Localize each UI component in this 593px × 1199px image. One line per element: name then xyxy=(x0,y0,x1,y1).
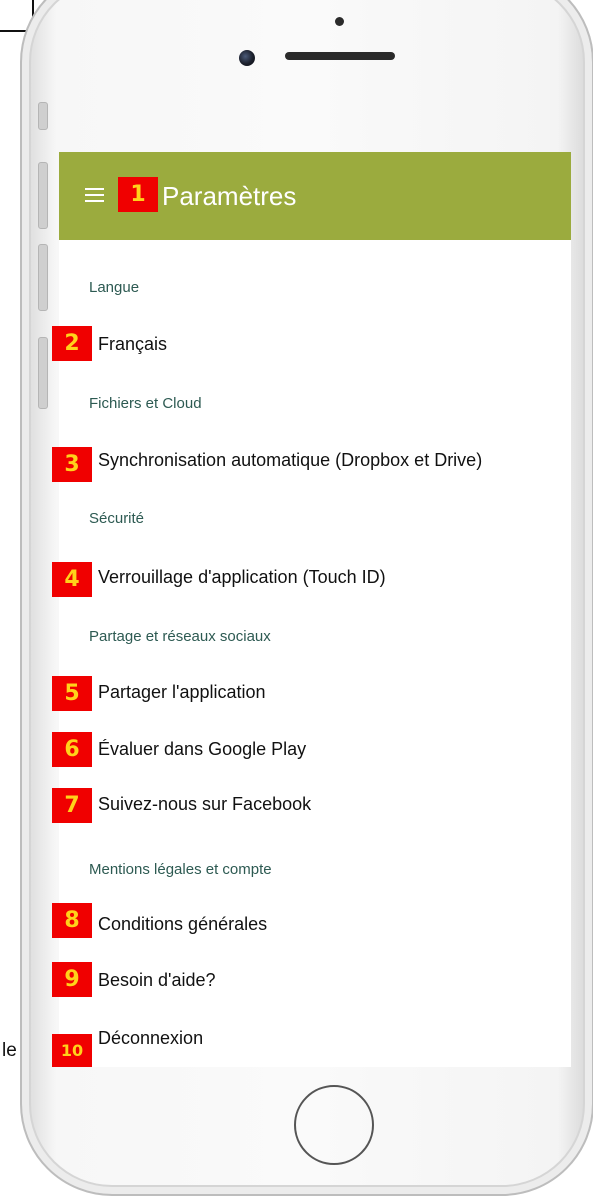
callout-badge: 3 xyxy=(52,447,92,482)
follow-facebook-item[interactable]: Suivez-nous sur Facebook xyxy=(98,794,311,815)
terms-conditions-item[interactable]: Conditions générales xyxy=(98,914,267,935)
section-header-security: Sécurité xyxy=(89,510,145,527)
app-screen: Paramètres Langue Français Fichiers et C… xyxy=(59,152,571,1067)
earpiece-speaker xyxy=(285,52,395,60)
section-header-sharing-social: Partage et réseaux sociaux xyxy=(89,628,271,645)
page-title: Paramètres xyxy=(162,181,297,211)
front-camera-icon xyxy=(239,50,255,66)
share-app-item[interactable]: Partager l'application xyxy=(98,682,266,703)
callout-badge: 5 xyxy=(52,676,92,711)
proximity-sensor xyxy=(335,17,344,26)
callout-badge: 4 xyxy=(52,562,92,597)
callout-badge: 10 xyxy=(52,1034,92,1067)
phone-power-button xyxy=(38,337,48,409)
callout-badge: 6 xyxy=(52,732,92,767)
section-header-language: Langue xyxy=(89,279,140,296)
section-header-files-cloud: Fichiers et Cloud xyxy=(89,395,202,412)
phone-volume-down-button xyxy=(38,244,48,311)
language-setting-item[interactable]: Français xyxy=(98,334,167,355)
callout-badge: 2 xyxy=(52,326,92,361)
section-header-legal-account: Mentions légales et compte xyxy=(89,861,272,878)
callout-badge: 8 xyxy=(52,903,92,938)
app-lock-setting-item[interactable]: Verrouillage d'application (Touch ID) xyxy=(98,567,386,588)
hamburger-menu-icon[interactable] xyxy=(85,188,104,202)
phone-volume-up-button xyxy=(38,162,48,229)
help-item[interactable]: Besoin d'aide? xyxy=(98,970,216,991)
auto-sync-setting-item[interactable]: Synchronisation automatique (Dropbox et … xyxy=(98,450,482,471)
phone-silent-switch xyxy=(38,102,48,130)
logout-item[interactable]: Déconnexion xyxy=(98,1028,203,1049)
document-trailing-text: le xyxy=(2,1040,17,1061)
callout-badge: 7 xyxy=(52,788,92,823)
callout-badge: 1 xyxy=(118,177,158,212)
home-button[interactable] xyxy=(294,1085,374,1165)
rate-google-play-item[interactable]: Évaluer dans Google Play xyxy=(98,739,306,760)
callout-badge: 9 xyxy=(52,962,92,997)
